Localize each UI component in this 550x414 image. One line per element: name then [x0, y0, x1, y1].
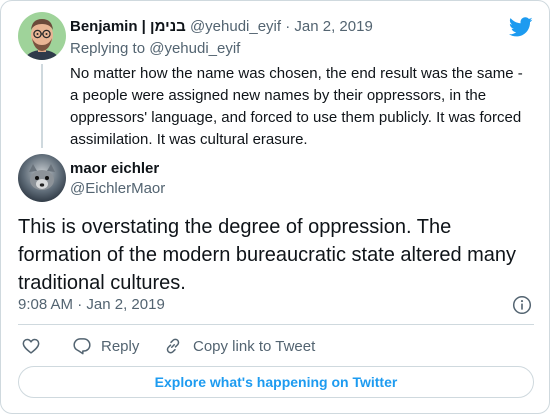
header-separator: · — [285, 18, 291, 35]
main-author-avatar[interactable] — [18, 154, 66, 202]
like-button[interactable] — [21, 335, 41, 357]
reply-label: Reply — [101, 337, 140, 355]
actions-divider — [18, 324, 534, 325]
main-tweet-text: This is overstating the degree of oppres… — [18, 216, 517, 294]
info-icon[interactable] — [512, 295, 532, 315]
main-author-name[interactable]: maor eichler — [70, 159, 159, 179]
replying-to-prefix: Replying to — [70, 40, 146, 57]
explore-twitter-button[interactable]: Explore what's happening on Twitter — [18, 366, 534, 398]
parent-tweet-header: Benjamin | בנימן @yehudi_eyif · Jan 2, 2… — [70, 17, 373, 37]
reply-icon — [73, 338, 91, 355]
heart-icon — [22, 338, 40, 354]
timestamp-separator: · — [77, 296, 83, 313]
tweet-time: 9:08 AM — [18, 296, 74, 313]
tweet-date: Jan 2, 2019 — [86, 296, 165, 313]
replying-to-line: Replying to @yehudi_eyif — [70, 39, 240, 59]
tweet-timestamp[interactable]: 9:08 AM · Jan 2, 2019 — [18, 295, 165, 315]
embedded-tweet-card: Benjamin | בנימן @yehudi_eyif · Jan 2, 2… — [0, 0, 550, 414]
main-author-handle[interactable]: @EichlerMaor — [70, 179, 165, 199]
parent-author-name[interactable]: Benjamin | בנימן — [70, 18, 186, 35]
parent-author-avatar[interactable] — [18, 12, 66, 60]
copy-link-label: Copy link to Tweet — [193, 337, 316, 355]
parent-tweet-date[interactable]: Jan 2, 2019 — [294, 18, 372, 35]
parent-author-handle[interactable]: @yehudi_eyif — [190, 18, 281, 35]
thread-connector-line — [41, 64, 43, 148]
replying-to-handle[interactable]: @yehudi_eyif — [149, 40, 240, 57]
parent-tweet-text: No matter how the name was chosen, the e… — [70, 65, 523, 148]
link-icon — [166, 338, 180, 354]
reply-button[interactable]: Reply — [72, 335, 139, 357]
twitter-bird-icon[interactable] — [508, 15, 533, 39]
copy-link-button[interactable]: Copy link to Tweet — [163, 335, 315, 357]
